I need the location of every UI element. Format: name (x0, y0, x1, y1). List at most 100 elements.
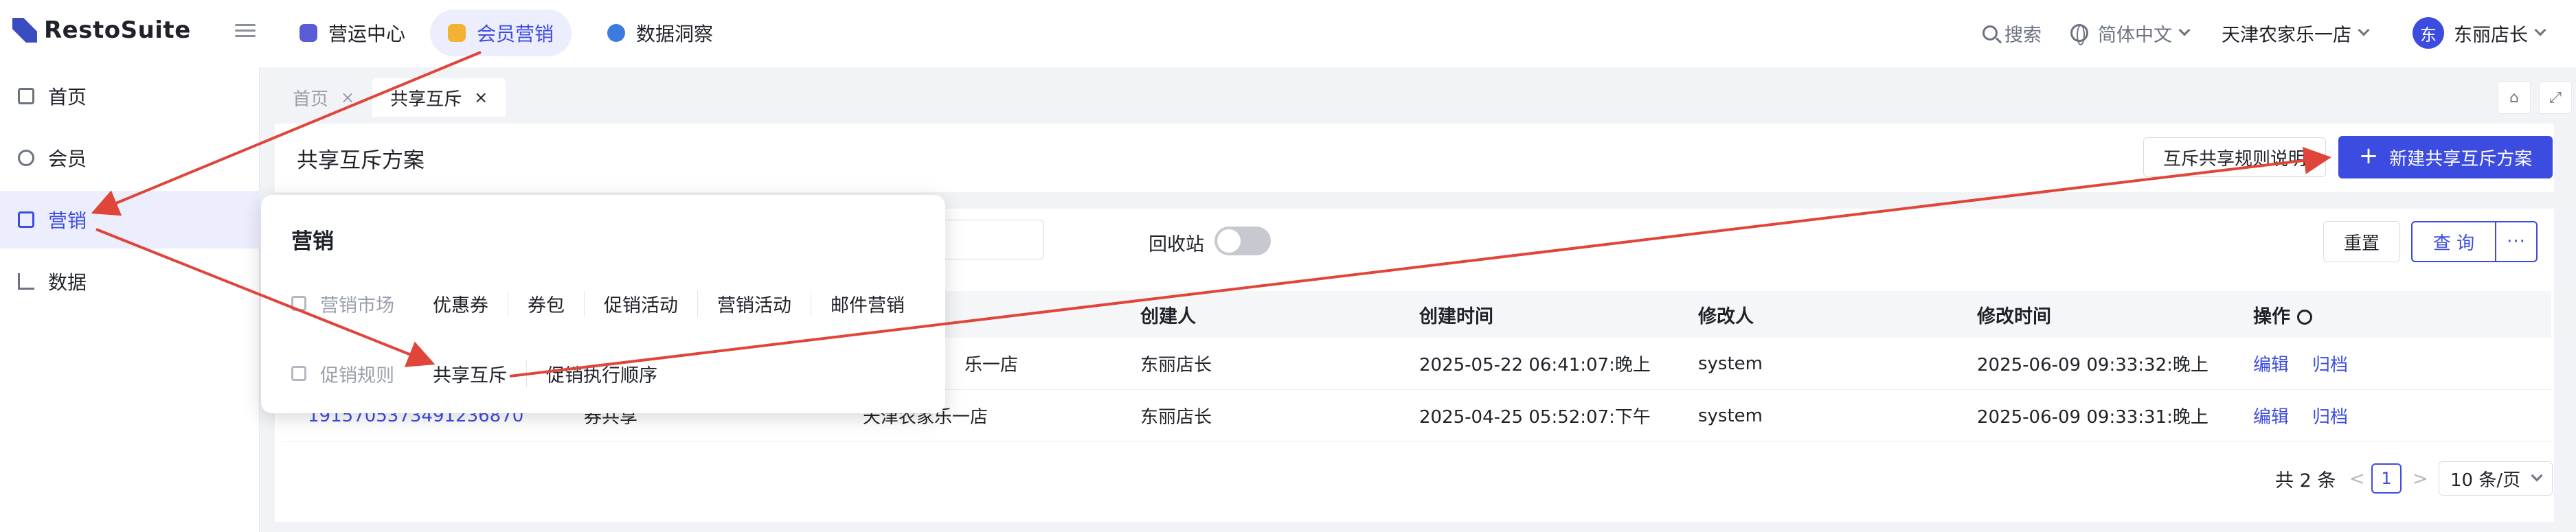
page-tab-label: 首页 (293, 89, 329, 110)
more-icon[interactable]: ··· (2496, 222, 2536, 261)
page-tabs: 首页 × 共享互斥 × (275, 78, 506, 117)
page-size-label: 10 条/页 (2450, 470, 2521, 491)
sidebar-item-label: 会员 (48, 148, 87, 170)
search-label: 搜索 (2004, 24, 2042, 46)
prev-page-icon[interactable]: < (2349, 460, 2365, 497)
recycle-bin-label: 回收站 (1149, 234, 1204, 255)
column-header: 创建时间 (1419, 305, 1493, 327)
dropdown-category: 促销规则 (291, 360, 394, 387)
language-select[interactable]: 简体中文 (2070, 10, 2191, 56)
store-label: 天津农家乐一店 (2222, 24, 2351, 46)
menu-item-marketing-activity[interactable]: 营销活动 (698, 290, 811, 317)
menu-item-coupon[interactable]: 优惠券 (433, 290, 508, 317)
modifier-cell: system (1698, 405, 1763, 426)
plus-icon: + (2358, 142, 2379, 170)
operations-icon (300, 24, 317, 42)
close-icon[interactable]: × (474, 88, 488, 107)
search-button[interactable]: 搜索 (1982, 10, 2042, 56)
dropdown-row-market: 营销市场 优惠券 券包 促销活动 营销活动 邮件营销 (291, 290, 924, 317)
sidebar: 首页 会员 营销 数据 (0, 67, 260, 532)
modified-cell: 2025-06-09 09:33:32:晚上 (1977, 355, 2208, 375)
sidebar-item-label: 数据 (48, 271, 87, 294)
member-icon (18, 150, 34, 166)
archive-link[interactable]: 归档 (2312, 351, 2348, 376)
tag-icon (291, 296, 306, 311)
sidebar-item-marketing[interactable]: 营销 (0, 191, 260, 248)
store-select[interactable]: 天津农家乐一店 (2222, 10, 2370, 56)
menu-item-email-marketing[interactable]: 邮件营销 (811, 290, 924, 317)
page-number-1[interactable]: 1 (2371, 463, 2402, 494)
page-size-box: 10 条/页 (2439, 461, 2553, 496)
top-bar: RestoSuite 营运中心 会员营销 数据洞察 搜索 简体中文 天津农家乐一… (0, 0, 2576, 67)
created-cell: 2025-04-25 05:52:07:下午 (1419, 407, 1651, 428)
close-icon[interactable]: × (341, 88, 354, 107)
module-tab-label: 数据洞察 (636, 23, 714, 45)
menu-item-coupon-pack[interactable]: 券包 (508, 290, 585, 317)
creator-cell: 东丽店长 (1140, 407, 1212, 428)
dropdown-row-rules: 促销规则 共享互斥 促销执行顺序 (291, 360, 677, 387)
fullscreen-icon[interactable]: ⤢ (2539, 81, 2572, 114)
chevron-down-icon (2178, 24, 2191, 36)
created-cell: 2025-05-22 06:41:07:晚上 (1419, 355, 1651, 375)
rules-explanation-button[interactable]: 互斥共享规则说明 (2143, 137, 2326, 177)
marketing-dropdown: 营销 营销市场 优惠券 券包 促销活动 营销活动 邮件营销 促销规则 共享互斥 … (261, 195, 945, 413)
menu-item-promotion-order[interactable]: 促销执行顺序 (527, 360, 677, 387)
module-tab-label: 会员营销 (477, 23, 554, 45)
sidebar-item-home[interactable]: 首页 (0, 67, 260, 125)
marketing-icon (448, 24, 466, 42)
logo-icon (12, 18, 37, 43)
store-cell: 乐一店 (964, 355, 1019, 375)
dropdown-category: 营销市场 (291, 290, 394, 317)
module-tab-data-insights[interactable]: 数据洞察 (589, 10, 731, 56)
logo[interactable]: RestoSuite (12, 15, 191, 45)
recycle-bin-toggle[interactable] (1214, 227, 1271, 255)
sidebar-item-data[interactable]: 数据 (0, 253, 260, 310)
sidebar-item-label: 营销 (48, 209, 87, 232)
gift-icon (18, 211, 34, 228)
logo-text: RestoSuite (44, 16, 191, 44)
column-header: 创建人 (1140, 305, 1196, 327)
menu-collapse-icon[interactable] (235, 21, 256, 40)
column-header: 操作 (2253, 305, 2290, 327)
sidebar-item-member[interactable]: 会员 (0, 129, 260, 187)
globe-icon (2070, 24, 2088, 45)
user-menu[interactable]: 东 东丽店长 (2413, 10, 2546, 56)
column-header: 修改人 (1698, 305, 1754, 327)
menu-item-share-exclusion[interactable]: 共享互斥 (433, 360, 527, 387)
modified-cell: 2025-06-09 09:33:31:晚上 (1977, 407, 2208, 428)
chart-icon (18, 273, 34, 290)
search-icon (1982, 25, 1998, 41)
modifier-cell: system (1698, 353, 1763, 374)
edit-link[interactable]: 编辑 (2253, 351, 2289, 376)
new-scheme-label: 新建共享互斥方案 (2389, 148, 2533, 170)
query-button-group: 查 询 ··· (2411, 221, 2538, 262)
page-tab-label: 共享互斥 (390, 89, 462, 110)
page-tab-home[interactable]: 首页 × (275, 78, 372, 117)
avatar: 东 (2413, 17, 2444, 49)
pagination-total: 共 2 条 (2275, 470, 2336, 491)
edit-link[interactable]: 编辑 (2253, 403, 2289, 428)
gear-icon[interactable] (2297, 309, 2312, 325)
next-page-icon[interactable]: > (2413, 460, 2428, 497)
dropdown-category-label: 促销规则 (320, 365, 394, 386)
reset-button[interactable]: 重置 (2323, 221, 2400, 262)
lock-icon[interactable]: ⌂ (2498, 81, 2531, 114)
insights-icon (607, 24, 625, 42)
page-number-wrap: 1 (2371, 460, 2402, 497)
new-scheme-button[interactable]: + 新建共享互斥方案 (2338, 136, 2553, 178)
dropdown-title: 营销 (291, 229, 334, 254)
query-button[interactable]: 查 询 (2413, 222, 2496, 261)
module-tab-operations[interactable]: 营运中心 (282, 10, 423, 56)
column-header: 修改时间 (1977, 305, 2051, 327)
archive-link[interactable]: 归档 (2312, 403, 2348, 428)
page-title: 共享互斥方案 (297, 148, 425, 173)
creator-cell: 东丽店长 (1140, 355, 1212, 375)
sidebar-item-label: 首页 (48, 86, 87, 108)
menu-item-promotion[interactable]: 促销活动 (585, 290, 698, 317)
page-tab-share-exclusion[interactable]: 共享互斥 × (372, 78, 506, 117)
column-header-actions: 操作 (2253, 301, 2312, 328)
language-label: 简体中文 (2098, 24, 2172, 46)
module-tab-member-marketing[interactable]: 会员营销 (430, 10, 572, 56)
page-size-select[interactable]: 10 条/页 (2439, 460, 2553, 497)
chevron-down-icon (2358, 24, 2370, 36)
